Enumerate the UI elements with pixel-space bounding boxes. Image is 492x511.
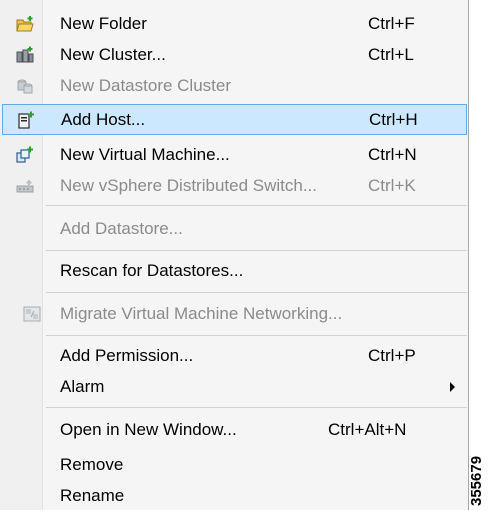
menu-separator (46, 250, 467, 251)
menu-item-new-datastore-cluster: New Datastore Cluster (2, 70, 467, 101)
menu-item-add-host[interactable]: Add Host... Ctrl+H (2, 104, 467, 135)
menu-item-add-datastore: Add Datastore... (2, 213, 467, 244)
menu-item-alarm[interactable]: Alarm (2, 371, 467, 402)
menu-item-label: Add Datastore... (60, 218, 183, 238)
add-host-icon (18, 111, 34, 129)
menu-item-new-distributed-switch: New vSphere Distributed Switch... Ctrl+K (2, 170, 467, 201)
menu-separator (46, 292, 467, 293)
menu-item-shortcut: Ctrl+P (368, 345, 416, 365)
menu-item-shortcut: Ctrl+F (368, 13, 415, 33)
menu-item-open-new-window[interactable]: Open in New Window... Ctrl+Alt+N (2, 414, 467, 445)
menu-item-shortcut: Ctrl+Alt+N (328, 419, 407, 439)
menu-item-new-cluster[interactable]: New Cluster... Ctrl+L (2, 39, 467, 70)
figure-id-label: 355679 (468, 456, 485, 506)
menu-item-new-folder[interactable]: New Folder Ctrl+F (2, 8, 467, 39)
distributed-switch-icon (16, 179, 34, 192)
menu-item-label: Add Host... (61, 109, 146, 129)
datastore-cluster-icon (17, 79, 33, 93)
cluster-icon (16, 46, 34, 62)
menu-item-add-permission[interactable]: Add Permission... Ctrl+P (2, 340, 467, 371)
menu-item-shortcut: Ctrl+N (368, 144, 417, 164)
context-menu: New Folder Ctrl+F New Cluster... Ctrl+L … (0, 0, 469, 510)
virtual-machine-icon (16, 146, 33, 163)
menu-item-label: Add Permission... (60, 345, 194, 365)
menu-item-label: New Datastore Cluster (60, 75, 232, 95)
menu-item-rescan-datastores[interactable]: Rescan for Datastores... (2, 255, 467, 286)
menu-item-rename[interactable]: Rename (2, 480, 467, 511)
menu-separator (46, 407, 467, 408)
menu-item-label: New Folder (60, 13, 147, 33)
migrate-network-icon (23, 306, 41, 321)
menu-item-label: Rescan for Datastores... (60, 260, 244, 280)
menu-item-label: New vSphere Distributed Switch... (60, 175, 317, 195)
menu-item-label: Migrate Virtual Machine Networking... (60, 303, 343, 323)
menu-item-label: New Cluster... (60, 44, 166, 64)
folder-icon (16, 15, 34, 31)
menu-item-label: Rename (60, 485, 125, 505)
submenu-arrow-icon (450, 381, 455, 392)
menu-item-shortcut: Ctrl+L (368, 44, 414, 64)
menu-item-label: Remove (60, 454, 124, 474)
menu-item-label: Alarm (60, 376, 105, 396)
menu-separator (46, 335, 467, 336)
menu-item-label: Open in New Window... (60, 419, 237, 439)
menu-item-shortcut: Ctrl+K (368, 175, 416, 195)
menu-item-label: New Virtual Machine... (60, 144, 230, 164)
menu-item-migrate-vm-networking: Migrate Virtual Machine Networking... (2, 298, 467, 329)
figure-id-text: 355679 (468, 455, 485, 506)
menu-item-remove[interactable]: Remove (2, 449, 467, 480)
menu-separator (46, 205, 467, 206)
menu-item-shortcut: Ctrl+H (369, 109, 418, 129)
menu-item-new-virtual-machine[interactable]: New Virtual Machine... Ctrl+N (2, 139, 467, 170)
